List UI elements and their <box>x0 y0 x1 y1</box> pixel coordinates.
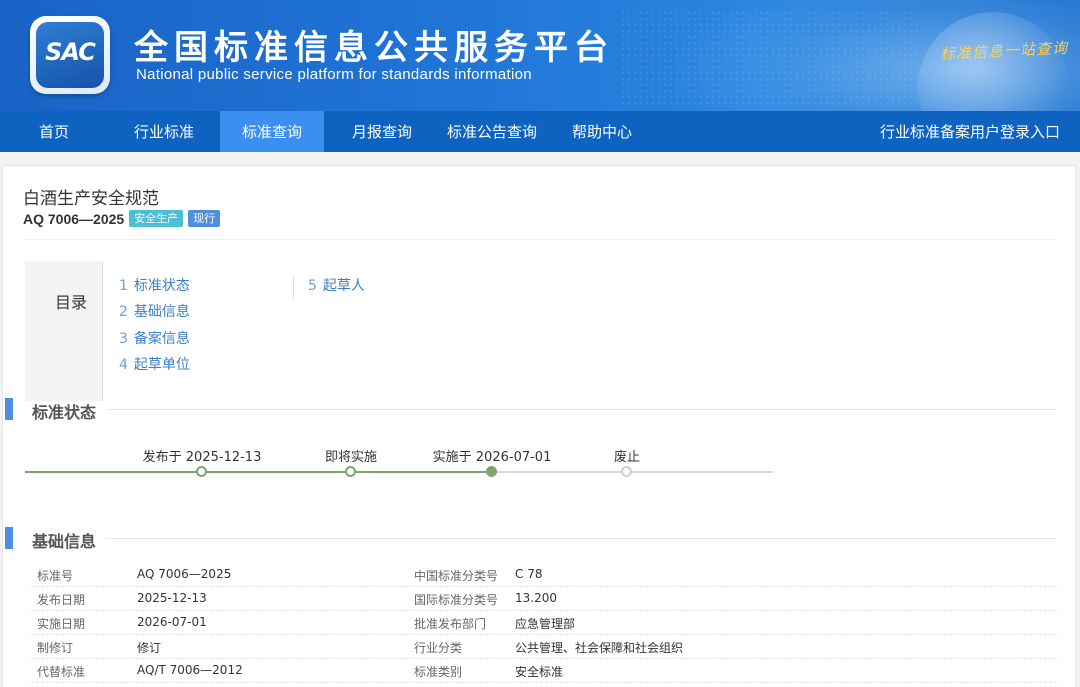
toc-column-1: 1 标准状态 2 基础信息 3 备案信息 4 起草单位 <box>119 276 190 381</box>
toc-label-box: 目录 <box>25 261 103 401</box>
status-section-title: 标准状态 <box>32 403 97 422</box>
timeline-dot-upcoming <box>345 466 356 477</box>
standard-code: AQ 7006—2025 <box>23 210 125 227</box>
timeline-dot-implemented <box>486 466 497 477</box>
toc-item-drafting-units[interactable]: 4 起草单位 <box>119 355 190 381</box>
field-value: 2025-12-13 <box>137 591 207 605</box>
nav-announcement-search[interactable]: 标准公告查询 <box>440 111 544 152</box>
table-row: 发布日期 2025-12-13 国际标准分类号 13.200 <box>31 587 1057 611</box>
toc-separator <box>293 276 294 298</box>
field-value: 公共管理、社会保障和社会组织 <box>515 641 684 655</box>
sac-logo[interactable]: SAC <box>30 16 110 94</box>
standard-detail-card: 白酒生产安全规范 AQ 7006—2025 安全生产 现行 目录 1 标准状态 2… <box>2 165 1076 687</box>
table-row: 制修订 修订 行业分类 公共管理、社会保障和社会组织 <box>31 635 1057 659</box>
toc-item-filing-info[interactable]: 3 备案信息 <box>119 329 190 355</box>
site-header: SAC 全国标准信息公共服务平台 National public service… <box>0 0 1080 111</box>
section-divider <box>106 409 1057 410</box>
nav-help-center[interactable]: 帮助中心 <box>544 111 660 152</box>
section-marker <box>5 398 13 420</box>
standard-code-row: AQ 7006—2025 安全生产 现行 <box>23 210 221 227</box>
field-label: 批准发布部门 <box>414 617 487 631</box>
field-label: 行业分类 <box>414 641 463 655</box>
field-label: 标准号 <box>37 569 74 583</box>
timeline-label-implemented: 实施于 2026-07-01 <box>432 450 552 465</box>
field-value: AQ 7006—2025 <box>137 567 232 581</box>
timeline-dot-abolished <box>621 466 632 477</box>
field-value: AQ/T 7006—2012 <box>137 663 243 677</box>
toc-column-2: 5 起草人 <box>308 276 365 302</box>
nav-home[interactable]: 首页 <box>0 111 108 152</box>
toc-item-status[interactable]: 1 标准状态 <box>119 276 190 302</box>
table-row: 标准号 AQ 7006—2025 中国标准分类号 C 78 <box>31 563 1057 587</box>
field-label: 国际标准分类号 <box>414 593 499 607</box>
field-label: 代替标准 <box>37 665 86 679</box>
field-value: C 78 <box>515 567 543 581</box>
section-marker <box>5 527 13 549</box>
site-subtitle: National public service platform for sta… <box>136 66 532 83</box>
field-value: 2026-07-01 <box>137 615 207 629</box>
divider <box>23 239 1057 240</box>
timeline-progress <box>25 471 493 473</box>
field-label: 标准类别 <box>414 665 463 679</box>
standard-name: 白酒生产安全规范 <box>23 189 159 209</box>
field-value: 安全标准 <box>515 665 564 679</box>
table-row: 代替标准 AQ/T 7006—2012 标准类别 安全标准 <box>31 659 1057 683</box>
nav-monthly-report[interactable]: 月报查询 <box>324 111 440 152</box>
toc-item-drafters[interactable]: 5 起草人 <box>308 276 365 302</box>
category-badge: 安全生产 <box>129 210 184 227</box>
field-value: 13.200 <box>515 591 557 605</box>
field-value: 应急管理部 <box>515 617 576 631</box>
toc-label: 目录 <box>55 293 88 312</box>
toc-item-basic-info[interactable]: 2 基础信息 <box>119 302 190 328</box>
nav-standard-search[interactable]: 标准查询 <box>220 111 324 152</box>
logo-text: SAC <box>45 38 96 66</box>
nav-industry-standards[interactable]: 行业标准 <box>108 111 220 152</box>
section-divider <box>106 538 1057 539</box>
field-label: 实施日期 <box>37 617 86 631</box>
site-title: 全国标准信息公共服务平台 <box>134 28 614 68</box>
timeline-remaining <box>493 471 773 473</box>
field-label: 中国标准分类号 <box>414 569 499 583</box>
field-label: 制修订 <box>37 641 74 655</box>
timeline-label-upcoming: 即将实施 <box>324 450 378 465</box>
field-value: 修订 <box>137 641 162 655</box>
basic-section-title: 基础信息 <box>32 532 97 551</box>
field-label: 发布日期 <box>37 593 86 607</box>
timeline-dot-published <box>196 466 207 477</box>
timeline-label-published: 发布于 2025-12-13 <box>142 450 262 465</box>
table-row: 实施日期 2026-07-01 批准发布部门 应急管理部 <box>31 611 1057 635</box>
status-badge: 现行 <box>188 210 221 227</box>
timeline-label-abolished: 废止 <box>613 450 641 465</box>
main-nav: 首页 行业标准 标准查询 月报查询 标准公告查询 帮助中心 行业标准备案用户登录… <box>0 111 1080 152</box>
filing-user-login-link[interactable]: 行业标准备案用户登录入口 <box>880 111 1060 152</box>
